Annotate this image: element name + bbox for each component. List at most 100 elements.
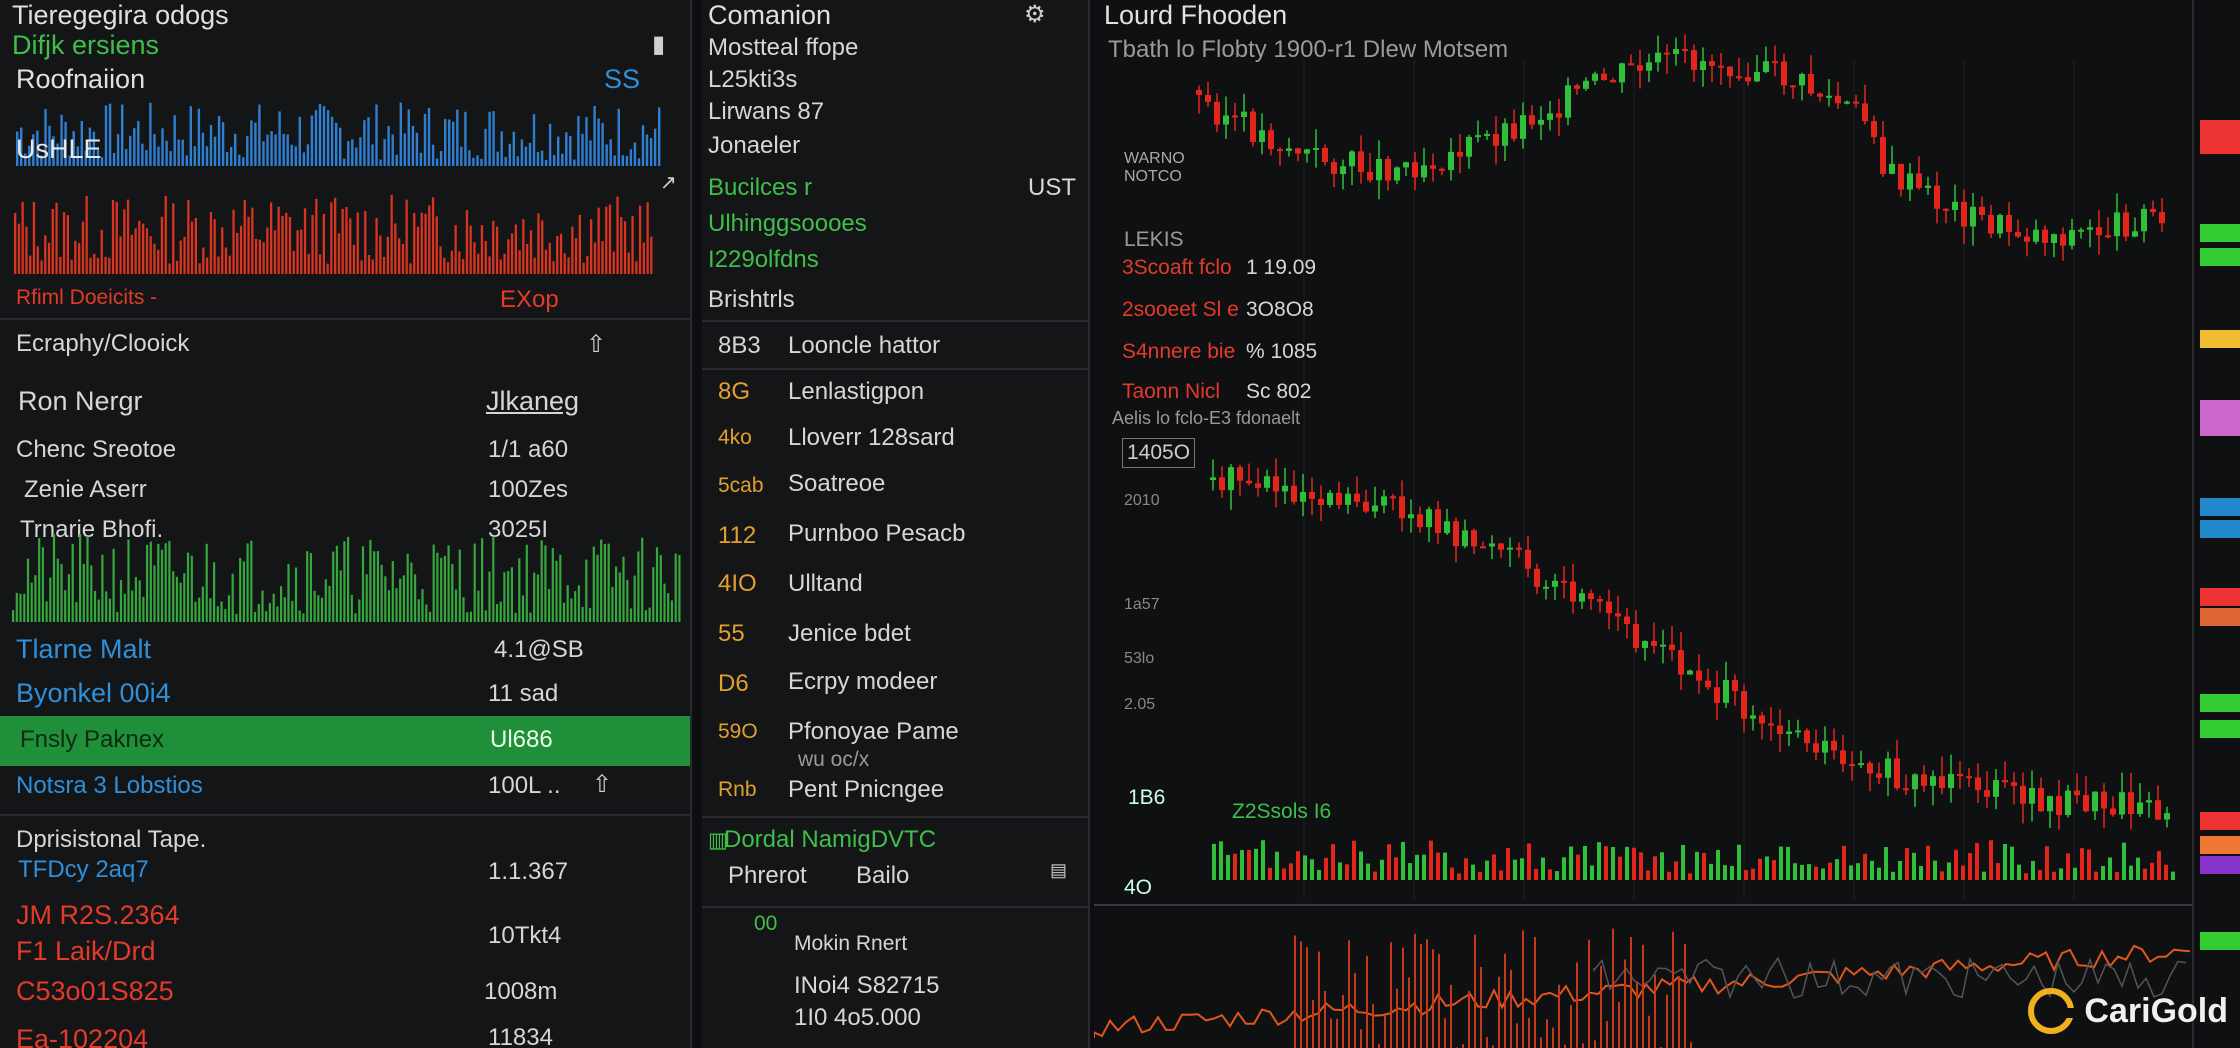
spark-bar: [29, 255, 32, 274]
menu-icon[interactable]: ▤: [1050, 860, 1067, 881]
candle: [2137, 802, 2143, 815]
volume-bar: [1835, 859, 1839, 880]
up-arrow-icon[interactable]: ⇧: [592, 770, 612, 799]
spark-bar: [618, 572, 621, 622]
candle: [1520, 115, 1526, 139]
volume-bar: [1541, 857, 1545, 880]
spark-bar: [574, 591, 577, 622]
spike-bar: [1342, 994, 1344, 1048]
spark-bar: [518, 558, 521, 622]
table-row-label[interactable]: Chenc Sreotoe: [16, 436, 176, 464]
spark-bar: [115, 201, 118, 274]
list-item[interactable]: Soatreoe: [788, 470, 885, 498]
spark-bar: [405, 199, 408, 274]
spark-bar: [270, 202, 273, 274]
page-icon[interactable]: ▮: [652, 30, 665, 59]
spark-bar: [536, 574, 539, 622]
spark-bar: [443, 555, 446, 622]
table-row-label[interactable]: Byonkel 00i4: [16, 678, 171, 709]
spark-bar: [652, 567, 655, 622]
price-badge: [2200, 588, 2240, 606]
candle: [1921, 774, 1927, 786]
spark-bar: [157, 249, 160, 274]
price-badge: [2200, 720, 2240, 738]
volume-bar: [1338, 862, 1342, 880]
spark-bar: [15, 592, 18, 622]
spark-bar: [609, 139, 612, 166]
list-item[interactable]: Purnboo Pesacb: [788, 520, 965, 548]
list-item[interactable]: Pfonoyae Pame: [788, 718, 959, 746]
companion-panel: Comanion ⚙ Mostteal ffope L25kti3s Lirwa…: [702, 0, 1090, 1048]
price-badge: [2200, 694, 2240, 712]
spike-bar: [1444, 1018, 1446, 1048]
up-arrow-icon[interactable]: ⇧: [586, 330, 606, 359]
list-item[interactable]: Lloverr 128sard: [788, 424, 955, 452]
chart-icon[interactable]: ▥: [708, 828, 728, 853]
list-item[interactable]: Ecrpy modeer: [788, 668, 937, 696]
spark-bar: [382, 256, 386, 274]
table-row-label[interactable]: Fnsly Paknex: [20, 726, 164, 754]
spark-bar: [228, 255, 231, 274]
table-row-label[interactable]: F1 Laik/Drd: [16, 936, 156, 967]
table-row-label[interactable]: TFDcy 2aq7: [18, 856, 149, 884]
spark-bar: [47, 242, 51, 274]
spark-bar: [376, 551, 379, 622]
spark-bar: [142, 223, 145, 274]
spark-bar: [410, 562, 413, 622]
spark-bar: [551, 548, 554, 622]
spark-bar: [601, 122, 604, 166]
candle: [1943, 208, 1949, 211]
settings-icon[interactable]: ⚙: [1024, 0, 1046, 29]
volume-bar: [2164, 864, 2168, 880]
volume-bar: [2108, 857, 2112, 880]
list-item[interactable]: Looncle hattor: [788, 332, 940, 360]
spark-bar: [67, 574, 70, 622]
spike-bar: [1384, 1014, 1386, 1048]
candle: [1642, 641, 1648, 648]
volume-bar: [1695, 851, 1699, 880]
spark-bar: [307, 253, 310, 274]
spark-bar: [577, 116, 580, 166]
candle: [1565, 85, 1571, 118]
spark-bar: [123, 209, 126, 274]
table-row-label[interactable]: Notsra 3 Lobstios: [16, 772, 203, 800]
spark-bar: [220, 601, 223, 622]
candle: [1327, 492, 1333, 506]
list-item[interactable]: Ulltand: [788, 570, 863, 598]
spark-bar: [153, 134, 156, 166]
spark-bar: [383, 139, 386, 166]
spark-bar: [130, 234, 133, 274]
candle: [1727, 66, 1733, 77]
spark-bar: [345, 207, 348, 274]
list-item[interactable]: Lenlastigpon: [788, 378, 924, 406]
spike-bar: [1666, 994, 1668, 1048]
table-row-label[interactable]: C53o01S825: [16, 976, 174, 1007]
expand-icon[interactable]: ↗: [660, 170, 677, 195]
table-row-label[interactable]: JM R2S.2364: [16, 900, 180, 931]
candle: [1966, 776, 1972, 779]
table-row-label[interactable]: Zenie Aserr: [24, 476, 147, 504]
spark-bar: [458, 549, 461, 622]
spike-bar: [1354, 973, 1356, 1048]
spike-bar: [1678, 976, 1680, 1048]
spark-bar: [86, 536, 89, 622]
volume-bar: [1744, 870, 1748, 880]
spark-bar: [322, 214, 325, 274]
spark-bar: [613, 155, 616, 166]
table-row-label[interactable]: Ea-102204: [16, 1024, 148, 1048]
spark-bar: [217, 256, 220, 274]
list-item[interactable]: Jenice bdet: [788, 620, 911, 648]
spark-bar: [566, 585, 569, 622]
spark-bar: [394, 223, 397, 274]
list-item[interactable]: Pent Pnicngee: [788, 776, 944, 804]
candle: [1687, 670, 1693, 675]
candlestick-chart[interactable]: [1094, 0, 2190, 910]
candle: [1394, 167, 1400, 181]
spark-bar: [290, 144, 293, 166]
candle: [1858, 763, 1864, 766]
spark-bar: [161, 128, 164, 166]
candle: [1651, 641, 1657, 646]
spark-bar: [119, 580, 123, 622]
table-row-label[interactable]: Tlarne Malt: [16, 634, 151, 665]
volume-bar: [1527, 843, 1531, 880]
